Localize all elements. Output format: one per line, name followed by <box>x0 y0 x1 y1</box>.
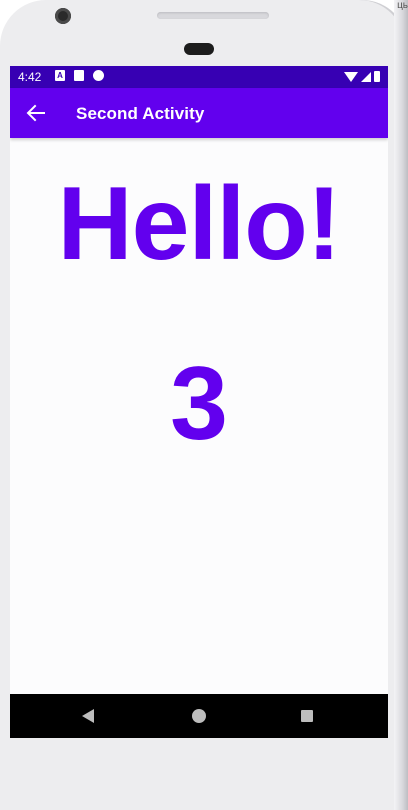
status-time: 4:42 <box>18 70 42 84</box>
signal-icon <box>361 71 371 82</box>
greeting-text: Hello! <box>57 166 342 282</box>
notification-icons: A <box>55 70 104 81</box>
wifi-icon <box>344 71 358 82</box>
device-screen: 4:42 A Second Activity Hello! 3 <box>10 66 388 738</box>
front-camera-icon <box>55 8 71 24</box>
system-icons <box>344 71 380 82</box>
nav-back-icon[interactable] <box>82 709 94 723</box>
earpiece-speaker <box>157 12 269 19</box>
nav-home-icon[interactable] <box>192 709 206 723</box>
navigation-bar <box>10 694 388 738</box>
arrow-back-icon[interactable] <box>26 103 46 123</box>
corner-fragment: ць <box>397 0 408 11</box>
proximity-sensor <box>184 43 214 55</box>
status-bar: 4:42 A <box>10 66 388 88</box>
app-bar: Second Activity <box>10 88 388 138</box>
a-icon: A <box>55 70 65 81</box>
sd-card-icon <box>74 70 84 81</box>
count-text: 3 <box>170 346 228 462</box>
battery-icon <box>374 71 380 82</box>
app-bar-title: Second Activity <box>76 104 205 123</box>
sync-icon <box>93 70 104 81</box>
nav-recents-icon[interactable] <box>301 710 313 722</box>
